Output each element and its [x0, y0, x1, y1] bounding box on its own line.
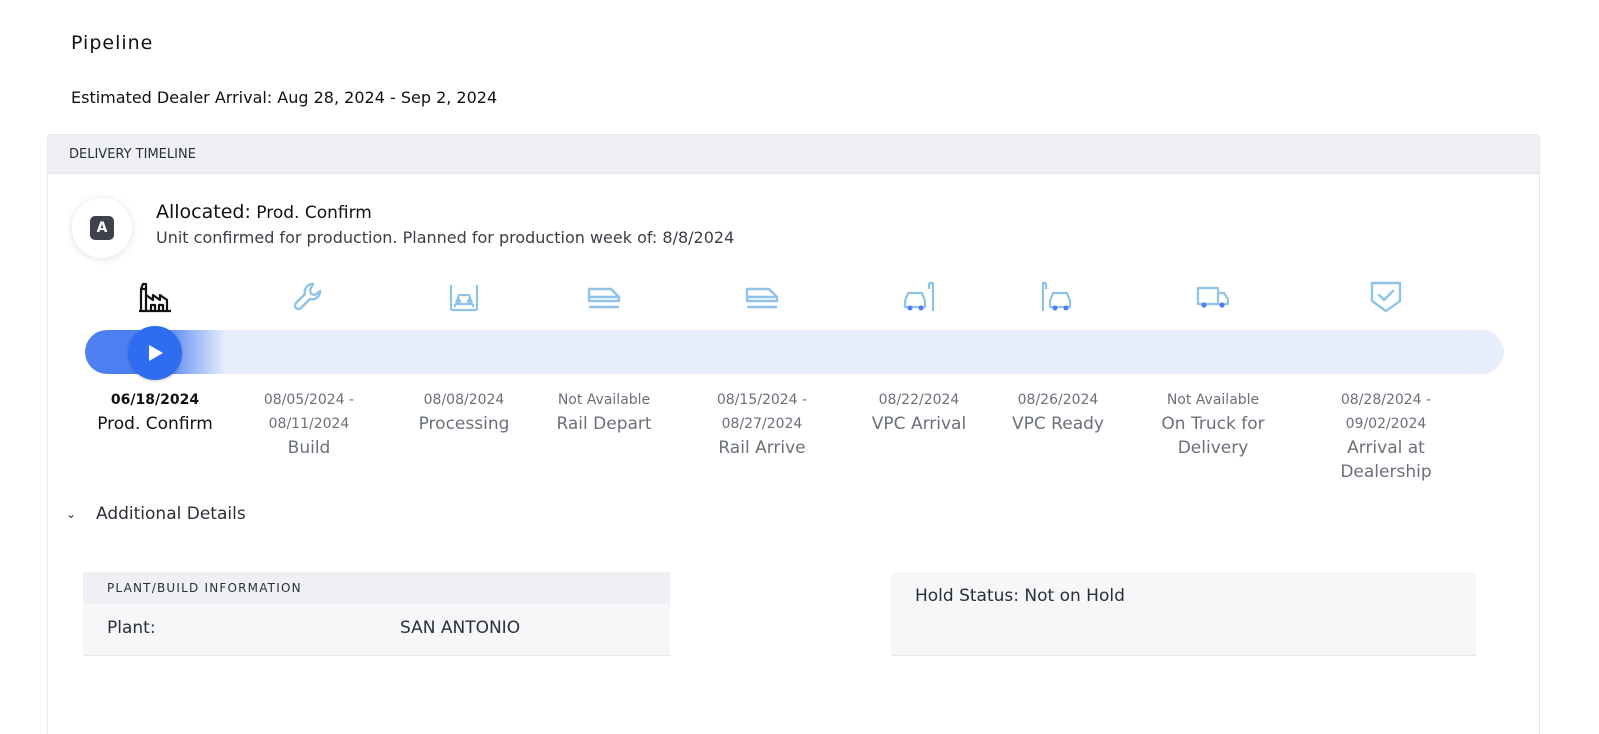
- rail-depart-icon: [584, 279, 624, 315]
- step-date: 08/08/2024: [423, 392, 505, 408]
- chevron-down-icon: ⌄: [66, 507, 77, 521]
- timeline-step-vpc-ready: 08/26/2024 VPC Ready: [978, 388, 1138, 436]
- progress-knob[interactable]: [128, 326, 182, 380]
- step-label: Prod. Confirm: [97, 414, 213, 434]
- estimated-arrival: Estimated Dealer Arrival: Aug 28, 2024 -…: [71, 88, 498, 107]
- plant-row: Plant: SAN ANTONIO: [83, 604, 670, 654]
- step-label: Build: [287, 438, 331, 458]
- step-date: Not Available: [557, 392, 651, 408]
- status-badge-container: A: [72, 198, 132, 258]
- status-badge: A: [90, 216, 114, 240]
- step-date: 08/26/2024: [1017, 392, 1099, 408]
- hold-status: Hold Status: Not on Hold: [915, 586, 1125, 606]
- hold-status-panel: Hold Status: Not on Hold: [891, 572, 1476, 656]
- plant-build-panel: PLANT/BUILD INFORMATION Plant: SAN ANTON…: [83, 572, 670, 656]
- step-date: 08/28/2024 -09/02/2024: [1340, 392, 1432, 432]
- processing-icon: [444, 279, 484, 315]
- plant-value: SAN ANTONIO: [400, 618, 521, 638]
- timeline-step-prod-confirm: 06/18/2024 Prod. Confirm: [75, 388, 235, 436]
- step-label: Arrival at Dealership: [1340, 438, 1432, 482]
- timeline-step-vpc-arrival: 08/22/2024 VPC Arrival: [839, 388, 999, 436]
- shield-check-icon: [1366, 279, 1406, 315]
- vpc-arrival-icon: [899, 279, 939, 315]
- step-label: Rail Arrive: [718, 438, 806, 458]
- step-label: Processing: [418, 414, 510, 434]
- vpc-ready-icon: [1038, 279, 1078, 315]
- factory-icon: [135, 279, 175, 315]
- plant-build-header: PLANT/BUILD INFORMATION: [83, 572, 670, 604]
- additional-details-label: Additional Details: [96, 504, 246, 524]
- step-date: 08/05/2024 -08/11/2024: [263, 392, 355, 432]
- timeline-step-rail-depart: Not Available Rail Depart: [524, 388, 684, 436]
- step-label: VPC Arrival: [871, 414, 967, 434]
- status-description: Unit confirmed for production. Planned f…: [156, 228, 735, 247]
- timeline-step-rail-arrive: 08/15/2024 -08/27/2024 Rail Arrive: [682, 388, 842, 460]
- timeline-step-build: 08/05/2024 -08/11/2024 Build: [229, 388, 389, 460]
- step-label: VPC Ready: [1012, 414, 1104, 434]
- status-prefix: Allocated:: [156, 201, 251, 223]
- play-icon: [149, 345, 163, 361]
- step-date: 08/15/2024 -08/27/2024: [716, 392, 808, 432]
- step-date: 08/22/2024: [878, 392, 960, 408]
- step-date: 06/18/2024: [110, 392, 200, 408]
- delivery-timeline-card: DELIVERY TIMELINE A Allocated: Prod. Con…: [47, 134, 1540, 734]
- page-title: Pipeline: [71, 32, 154, 54]
- timeline-step-processing: 08/08/2024 Processing: [384, 388, 544, 436]
- plant-label: Plant:: [107, 618, 156, 638]
- step-label: Rail Depart: [556, 414, 652, 434]
- status-value: Prod. Confirm: [256, 203, 372, 223]
- wrench-icon: [289, 279, 329, 315]
- timeline-step-on-truck: Not Available On Truck for Delivery: [1133, 388, 1293, 460]
- progress-track: [85, 330, 1504, 374]
- card-header: DELIVERY TIMELINE: [48, 135, 1539, 174]
- rail-arrive-icon: [742, 279, 782, 315]
- timeline-step-arrival-dealership: 08/28/2024 -09/02/2024 Arrival at Dealers…: [1306, 388, 1466, 484]
- step-date: Not Available: [1166, 392, 1260, 408]
- truck-icon: [1193, 279, 1233, 315]
- status-line: Allocated: Prod. Confirm: [156, 201, 372, 223]
- step-label: On Truck for Delivery: [1161, 414, 1265, 458]
- additional-details-toggle[interactable]: ⌄ Additional Details: [66, 504, 246, 524]
